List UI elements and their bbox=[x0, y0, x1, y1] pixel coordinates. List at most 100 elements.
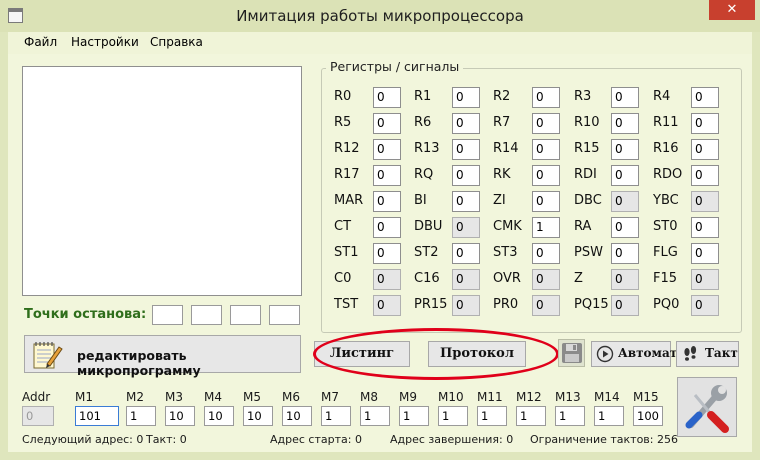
menu-help[interactable]: Справка bbox=[150, 35, 203, 49]
register-value-field[interactable]: 0 bbox=[611, 113, 639, 134]
register-value-field[interactable]: 0 bbox=[373, 295, 401, 316]
microcode-field-input[interactable]: 1 bbox=[321, 406, 351, 426]
microcode-field-input[interactable]: 10 bbox=[204, 406, 234, 426]
menu-file[interactable]: Файл bbox=[24, 35, 57, 49]
microcode-field-input[interactable]: 1 bbox=[438, 406, 468, 426]
register-value-field[interactable]: 0 bbox=[611, 165, 639, 186]
microcode-field-input[interactable]: 1 bbox=[594, 406, 624, 426]
breakpoint-field-2[interactable] bbox=[191, 305, 222, 325]
register-value-field[interactable]: 0 bbox=[452, 87, 480, 108]
menu-bar: Файл Настройки Справка bbox=[8, 32, 752, 54]
microcode-field-input[interactable]: 1 bbox=[126, 406, 156, 426]
register-value-field[interactable]: 0 bbox=[532, 243, 560, 264]
register-value-field[interactable]: 1 bbox=[532, 217, 560, 238]
register-value-field[interactable]: 0 bbox=[532, 113, 560, 134]
register-value-field[interactable]: 0 bbox=[691, 191, 719, 212]
register-value-field[interactable]: 0 bbox=[373, 217, 401, 238]
register-value-field[interactable]: 0 bbox=[373, 243, 401, 264]
edit-microprogram-button[interactable]: редактировать микропрограмму bbox=[24, 335, 301, 378]
register-value-field[interactable]: 0 bbox=[691, 217, 719, 238]
register-value-field[interactable]: 0 bbox=[691, 295, 719, 316]
program-listbox[interactable] bbox=[22, 66, 302, 296]
register-value-field[interactable]: 0 bbox=[532, 269, 560, 290]
register-value-field[interactable]: 0 bbox=[373, 139, 401, 160]
microcode-field-input[interactable]: 100 bbox=[633, 406, 663, 426]
register-value-field[interactable]: 0 bbox=[611, 191, 639, 212]
register-value-field[interactable]: 0 bbox=[691, 113, 719, 134]
play-icon bbox=[596, 345, 614, 363]
register-value-field[interactable]: 0 bbox=[611, 87, 639, 108]
microcode-field-input[interactable]: 10 bbox=[243, 406, 273, 426]
register-label: R2 bbox=[493, 89, 511, 104]
register-value-field[interactable]: 0 bbox=[532, 191, 560, 212]
register-label: R14 bbox=[493, 141, 519, 156]
microcode-field-input[interactable]: 0 bbox=[22, 406, 54, 426]
save-button[interactable] bbox=[558, 339, 585, 367]
microcode-field-input[interactable]: 1 bbox=[360, 406, 390, 426]
breakpoint-field-1[interactable] bbox=[152, 305, 183, 325]
tools-button[interactable] bbox=[677, 377, 737, 437]
register-value-field[interactable]: 0 bbox=[373, 113, 401, 134]
register-label: PR0 bbox=[493, 297, 519, 312]
register-value-field[interactable]: 0 bbox=[452, 269, 480, 290]
status-start-address: Адрес старта: 0 bbox=[270, 433, 362, 446]
microcode-field-label: Addr bbox=[22, 390, 51, 404]
microcode-field-input[interactable]: 1 bbox=[555, 406, 585, 426]
client-area: Файл Настройки Справка Точки останова: Р… bbox=[8, 32, 752, 452]
microcode-field-input[interactable]: 10 bbox=[165, 406, 195, 426]
register-value-field[interactable]: 0 bbox=[691, 243, 719, 264]
register-value-field[interactable]: 0 bbox=[532, 87, 560, 108]
register-value-field[interactable]: 0 bbox=[452, 113, 480, 134]
register-value-field[interactable]: 0 bbox=[452, 243, 480, 264]
register-label: RQ bbox=[414, 167, 434, 182]
register-label: YBC bbox=[653, 193, 679, 208]
step-button[interactable]: Такт bbox=[676, 341, 739, 367]
register-value-field[interactable]: 0 bbox=[452, 217, 480, 238]
register-label: Z bbox=[574, 271, 583, 286]
register-value-field[interactable]: 0 bbox=[691, 87, 719, 108]
register-label: R15 bbox=[574, 141, 600, 156]
window-title: Имитация работы микропроцессора bbox=[236, 7, 524, 25]
microcode-field-label: M7 bbox=[321, 390, 339, 404]
register-value-field[interactable]: 0 bbox=[611, 269, 639, 290]
register-value-field[interactable]: 0 bbox=[373, 165, 401, 186]
breakpoint-field-3[interactable] bbox=[230, 305, 261, 325]
register-value-field[interactable]: 0 bbox=[611, 243, 639, 264]
register-value-field[interactable]: 0 bbox=[691, 269, 719, 290]
register-label: R11 bbox=[653, 115, 679, 130]
register-label: RDI bbox=[574, 167, 597, 182]
microcode-field-input[interactable]: 1 bbox=[516, 406, 546, 426]
register-value-field[interactable]: 0 bbox=[452, 139, 480, 160]
register-value-field[interactable]: 0 bbox=[373, 191, 401, 212]
register-value-field[interactable]: 0 bbox=[611, 217, 639, 238]
register-label: R7 bbox=[493, 115, 511, 130]
microcode-field-label: M11 bbox=[477, 390, 503, 404]
register-label: ZI bbox=[493, 193, 506, 208]
register-value-field[interactable]: 0 bbox=[532, 139, 560, 160]
microcode-field-input[interactable]: 101 bbox=[75, 406, 119, 426]
register-value-field[interactable]: 0 bbox=[691, 165, 719, 186]
register-label: DBU bbox=[414, 219, 443, 234]
register-value-field[interactable]: 0 bbox=[611, 139, 639, 160]
microcode-field-input[interactable]: 1 bbox=[477, 406, 507, 426]
title-bar[interactable]: Имитация работы микропроцессора ✕ bbox=[0, 0, 760, 32]
microcode-field-input[interactable]: 1 bbox=[399, 406, 429, 426]
menu-settings[interactable]: Настройки bbox=[71, 35, 139, 49]
register-value-field[interactable]: 0 bbox=[532, 295, 560, 316]
register-value-field[interactable]: 0 bbox=[373, 87, 401, 108]
auto-button[interactable]: Автомат bbox=[591, 341, 677, 367]
breakpoint-field-4[interactable] bbox=[269, 305, 300, 325]
register-value-field[interactable]: 0 bbox=[452, 165, 480, 186]
close-button[interactable]: ✕ bbox=[709, 0, 755, 20]
microcode-field-label: M3 bbox=[165, 390, 183, 404]
register-value-field[interactable]: 0 bbox=[532, 165, 560, 186]
register-value-field[interactable]: 0 bbox=[611, 295, 639, 316]
register-label: F15 bbox=[653, 271, 678, 286]
register-value-field[interactable]: 0 bbox=[691, 139, 719, 160]
footprints-icon bbox=[684, 346, 697, 361]
register-value-field[interactable]: 0 bbox=[373, 269, 401, 290]
microcode-field-label: M4 bbox=[204, 390, 222, 404]
microcode-field-input[interactable]: 10 bbox=[282, 406, 312, 426]
register-value-field[interactable]: 0 bbox=[452, 191, 480, 212]
register-value-field[interactable]: 0 bbox=[452, 295, 480, 316]
